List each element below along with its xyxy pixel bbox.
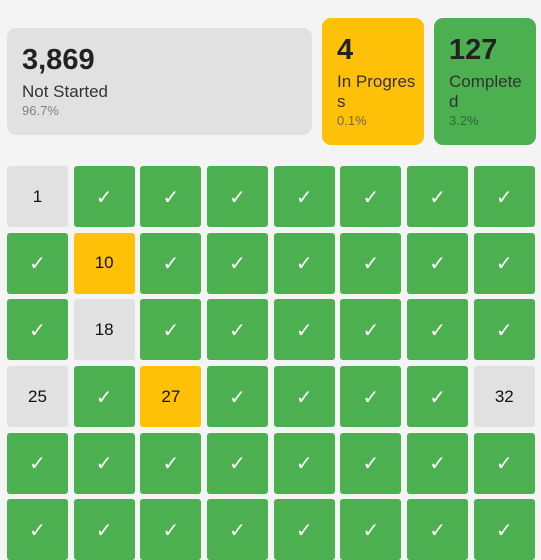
in-progress-percent: 0.1% — [337, 113, 367, 128]
progress-grid: 1 ✓ ✓ ✓ ✓ ✓ ✓ ✓ ✓ 10 ✓ ✓ ✓ ✓ ✓ ✓ ✓ 18 ✓ ✓ ✓ ✓ ✓ ✓ 25 ✓ 27 ✓ ✓ ✓ ✓ 32 ✓ ✓ ✓… — [7, 166, 535, 560]
grid-cell-completed[interactable]: ✓ — [207, 366, 269, 428]
in-progress-card: 4 In Progress 0.1% — [322, 18, 424, 145]
grid-cell-completed[interactable]: ✓ — [207, 232, 269, 294]
grid-cell-completed[interactable]: ✓ — [7, 499, 68, 560]
grid-cell-completed[interactable]: ✓ — [407, 432, 469, 494]
grid-cell-completed[interactable]: ✓ — [207, 499, 269, 560]
grid-cell-completed[interactable]: ✓ — [207, 166, 269, 227]
not-started-card: 3,869 Not Started 96.7% — [7, 28, 312, 135]
grid-cell-completed[interactable]: ✓ — [73, 499, 135, 560]
completed-label: Completed — [449, 72, 522, 111]
grid-cell-not-started[interactable]: 25 — [7, 366, 68, 428]
grid-cell-completed[interactable]: ✓ — [473, 166, 535, 227]
grid-cell-completed[interactable]: ✓ — [207, 299, 269, 361]
grid-cell-completed[interactable]: ✓ — [207, 432, 269, 494]
grid-cell-completed[interactable]: ✓ — [407, 499, 469, 560]
grid-cell-completed[interactable]: ✓ — [140, 299, 202, 361]
grid-cell-completed[interactable]: ✓ — [407, 232, 469, 294]
grid-cell-completed[interactable]: ✓ — [473, 499, 535, 560]
grid-cell-completed[interactable]: ✓ — [473, 232, 535, 294]
grid-cell-in-progress[interactable]: 27 — [140, 366, 202, 428]
grid-cell-completed[interactable]: ✓ — [273, 166, 335, 227]
grid-cell-completed[interactable]: ✓ — [407, 166, 469, 227]
grid-cell-completed[interactable]: ✓ — [273, 299, 335, 361]
grid-cell-completed[interactable]: ✓ — [73, 366, 135, 428]
grid-cell-completed[interactable]: ✓ — [140, 499, 202, 560]
grid-cell-completed[interactable]: ✓ — [140, 166, 202, 227]
grid-cell-completed[interactable]: ✓ — [473, 432, 535, 494]
not-started-label: Not Started — [22, 82, 108, 101]
not-started-count: 3,869 — [22, 44, 95, 76]
grid-cell-completed[interactable]: ✓ — [340, 499, 402, 560]
grid-cell-completed[interactable]: ✓ — [340, 366, 402, 428]
grid-cell-completed[interactable]: ✓ — [73, 166, 135, 227]
grid-cell-completed[interactable]: ✓ — [140, 432, 202, 494]
grid-cell-completed[interactable]: ✓ — [340, 432, 402, 494]
grid-cell-completed[interactable]: ✓ — [340, 299, 402, 361]
grid-cell-completed[interactable]: ✓ — [407, 366, 469, 428]
grid-cell-completed[interactable]: ✓ — [140, 232, 202, 294]
grid-cell-completed[interactable]: ✓ — [273, 432, 335, 494]
completed-percent: 3.2% — [449, 113, 479, 128]
grid-cell-completed[interactable]: ✓ — [473, 299, 535, 361]
in-progress-count: 4 — [337, 34, 354, 66]
grid-cell-in-progress[interactable]: 10 — [73, 232, 135, 294]
in-progress-label: In Progress — [337, 72, 416, 111]
grid-cell-completed[interactable]: ✓ — [273, 366, 335, 428]
grid-cell-completed[interactable]: ✓ — [273, 232, 335, 294]
grid-cell-completed[interactable]: ✓ — [73, 432, 135, 494]
grid-cell-completed[interactable]: ✓ — [273, 499, 335, 560]
completed-card: 127 Completed 3.2% — [434, 18, 536, 145]
grid-cell-completed[interactable]: ✓ — [7, 299, 68, 361]
grid-cell-not-started[interactable]: 32 — [473, 366, 535, 428]
not-started-percent: 96.7% — [22, 103, 59, 118]
grid-cell-completed[interactable]: ✓ — [7, 232, 68, 294]
grid-cell-completed[interactable]: ✓ — [7, 432, 68, 494]
grid-cell-completed[interactable]: ✓ — [340, 166, 402, 227]
grid-cell-completed[interactable]: ✓ — [407, 299, 469, 361]
grid-cell-completed[interactable]: ✓ — [340, 232, 402, 294]
completed-count: 127 — [449, 34, 498, 66]
grid-cell-not-started[interactable]: 1 — [7, 166, 68, 227]
grid-cell-not-started[interactable]: 18 — [73, 299, 135, 361]
